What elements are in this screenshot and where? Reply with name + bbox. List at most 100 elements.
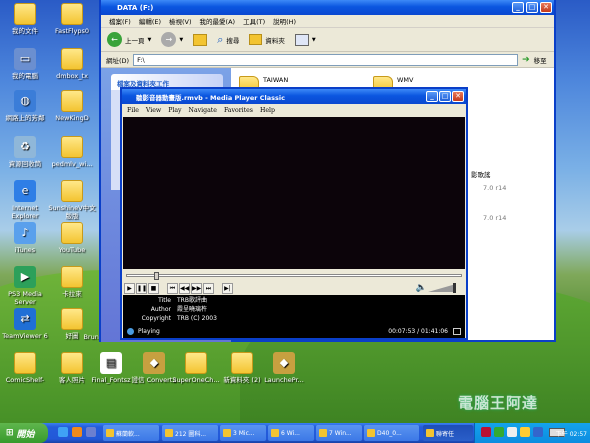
- tray-icon[interactable]: [481, 427, 491, 437]
- seek-thumb[interactable]: [153, 272, 159, 280]
- desktop-icon[interactable]: ▶ PS3 Media Server: [1, 266, 49, 306]
- previous-button[interactable]: ⏮: [167, 282, 178, 294]
- up-folder-button[interactable]: [193, 33, 208, 46]
- folder-icon: [61, 222, 83, 244]
- desktop-icon-label: 網路上的芳鄰: [5, 114, 45, 122]
- quicklaunch-firefox-icon[interactable]: [72, 427, 82, 437]
- explorer-title: DATA (F:): [117, 3, 154, 12]
- desktop-icon[interactable]: ♪ iTunes: [1, 222, 49, 254]
- tray-icon[interactable]: [494, 427, 504, 437]
- desktop-icon[interactable]: ♻ 資源回收筒: [1, 136, 49, 168]
- desktop-icon[interactable]: e Internet Explorer: [1, 180, 49, 220]
- start-button[interactable]: ⊞ 開始: [0, 423, 48, 443]
- mpc-menu-favorites[interactable]: Favorites: [224, 107, 253, 114]
- desktop-icon[interactable]: ⇄ TeamViewer 6: [1, 308, 49, 340]
- desktop-icon[interactable]: ◆ 證信 Convert2: [130, 352, 178, 384]
- quicklaunch-desktop-icon[interactable]: [86, 427, 96, 437]
- taskbar-button[interactable]: 7 Win...: [316, 425, 362, 441]
- go-arrow-icon[interactable]: ➔: [522, 55, 530, 65]
- tray-icon[interactable]: [507, 427, 517, 437]
- maximize-button[interactable]: □: [526, 2, 538, 13]
- stop-button[interactable]: ■: [148, 282, 159, 294]
- menu-file[interactable]: 檔案(F): [109, 16, 131, 26]
- mpc-menu-file[interactable]: File: [127, 107, 139, 114]
- desktop-icon[interactable]: pedmlv_wi...: [48, 136, 96, 168]
- quicklaunch-ie-icon[interactable]: [58, 427, 68, 437]
- mpc-menu-view[interactable]: View: [146, 107, 161, 114]
- folders-icon: [249, 34, 263, 45]
- rewind-button[interactable]: ◀◀: [179, 282, 190, 294]
- desktop-icon[interactable]: 卡拉來: [48, 266, 96, 298]
- explorer-titlebar[interactable]: DATA (F:) _ □ ✕: [101, 0, 554, 15]
- clock[interactable]: 下午 02:57: [556, 429, 587, 438]
- desktop-icon[interactable]: ▭ 我的電腦: [1, 48, 49, 80]
- menu-help[interactable]: 說明(H): [273, 16, 296, 26]
- menu-favorites[interactable]: 我的最愛(A): [200, 16, 236, 26]
- folder-icon: [185, 352, 207, 374]
- desktop-icon[interactable]: YouTube: [48, 222, 96, 254]
- mpc-menu-play[interactable]: Play: [168, 107, 181, 114]
- desktop-icon[interactable]: dmbox_tx: [48, 48, 96, 80]
- next-button[interactable]: ⏭: [203, 282, 214, 294]
- desktop-icon-label: SuperOneCh...: [172, 376, 220, 384]
- desktop-icon[interactable]: ComicShelf-: [1, 352, 49, 384]
- desktop-icon-label: Final_Fontsz: [91, 376, 131, 384]
- desktop-icon[interactable]: 新資料夾 (2): [218, 352, 266, 384]
- taskbar-button[interactable]: 3 Mic...: [220, 425, 266, 441]
- taskbar-button[interactable]: 6 Wi...: [268, 425, 314, 441]
- forward-button[interactable]: → ▼: [161, 32, 183, 47]
- mpc-menu-help[interactable]: Help: [260, 107, 275, 114]
- tray-icon[interactable]: [533, 427, 543, 437]
- frame-step-button[interactable]: ▶|: [222, 282, 233, 294]
- menu-view[interactable]: 檢視(V): [169, 16, 192, 26]
- seek-bar[interactable]: [124, 272, 464, 280]
- fast-forward-button[interactable]: ▶▶: [191, 282, 202, 294]
- desktop-icon-label: 資源回收筒: [8, 160, 42, 168]
- folders-button[interactable]: 資料夾: [249, 34, 285, 45]
- desktop-icon[interactable]: SunshineV中文版版: [48, 180, 96, 220]
- desktop-icon-label: SunshineV中文版版: [48, 204, 96, 220]
- taskbar-button[interactable]: D40_0...: [364, 425, 419, 441]
- desktop-icon[interactable]: ▤ Final_Fontsz: [87, 352, 135, 384]
- desktop-icon[interactable]: 我的文件: [1, 3, 49, 35]
- window-icon: [426, 429, 434, 437]
- resize-grip-icon[interactable]: [453, 328, 461, 335]
- desktop-icon[interactable]: FastFlyps0: [48, 3, 96, 35]
- search-button[interactable]: ⌕ 搜尋: [217, 33, 239, 47]
- menu-tools[interactable]: 工具(T): [243, 16, 265, 26]
- mpc-titlebar[interactable]: 聽影音器動畫版.rmvb - Media Player Classic _ □ …: [122, 89, 466, 104]
- folder-icon: [61, 90, 83, 112]
- desktop-icon[interactable]: ◆ LaunchePr...: [260, 352, 308, 384]
- play-button[interactable]: ▶: [124, 282, 135, 294]
- desktop-icon-label: pedmlv_wi...: [51, 160, 93, 168]
- video-area[interactable]: [123, 117, 465, 269]
- folder-icon: [14, 3, 36, 25]
- taskbar-button[interactable]: 蘇蘭軟...: [103, 425, 159, 441]
- mpc-maximize-button[interactable]: □: [439, 91, 451, 102]
- window-icon: [165, 429, 173, 437]
- taskbar-button[interactable]: 212 圖科...: [162, 425, 218, 441]
- forward-arrow-icon: →: [161, 32, 177, 47]
- close-button[interactable]: ✕: [540, 2, 552, 13]
- desktop-icon[interactable]: NewKingD: [48, 90, 96, 122]
- speaker-icon[interactable]: 🔈: [416, 283, 427, 293]
- pause-button[interactable]: ❚❚: [136, 282, 147, 294]
- go-button[interactable]: 移至: [534, 55, 547, 65]
- folder-icon: [61, 3, 83, 25]
- media-player-window: 聽影音器動畫版.rmvb - Media Player Classic _ □ …: [120, 87, 468, 340]
- desktop-icon[interactable]: SuperOneCh...: [172, 352, 220, 384]
- window-icon: [271, 429, 279, 437]
- address-input[interactable]: F:\: [133, 53, 519, 66]
- mpc-close-button[interactable]: ✕: [452, 91, 464, 102]
- views-button[interactable]: ▼: [294, 33, 316, 46]
- menu-edit[interactable]: 編輯(E): [139, 16, 161, 26]
- mpc-menu-navigate[interactable]: Navigate: [189, 107, 217, 114]
- taskbar-button[interactable]: 聯寄任: [423, 425, 473, 441]
- back-arrow-icon: ←: [107, 32, 122, 47]
- desktop-icon[interactable]: ◍ 網路上的芳鄰: [1, 90, 49, 122]
- back-button[interactable]: ← 上一頁 ▼: [107, 32, 151, 47]
- tray-icon[interactable]: [520, 427, 530, 437]
- minimize-button[interactable]: _: [512, 2, 524, 13]
- mpc-minimize-button[interactable]: _: [426, 91, 438, 102]
- volume-slider[interactable]: [428, 283, 456, 293]
